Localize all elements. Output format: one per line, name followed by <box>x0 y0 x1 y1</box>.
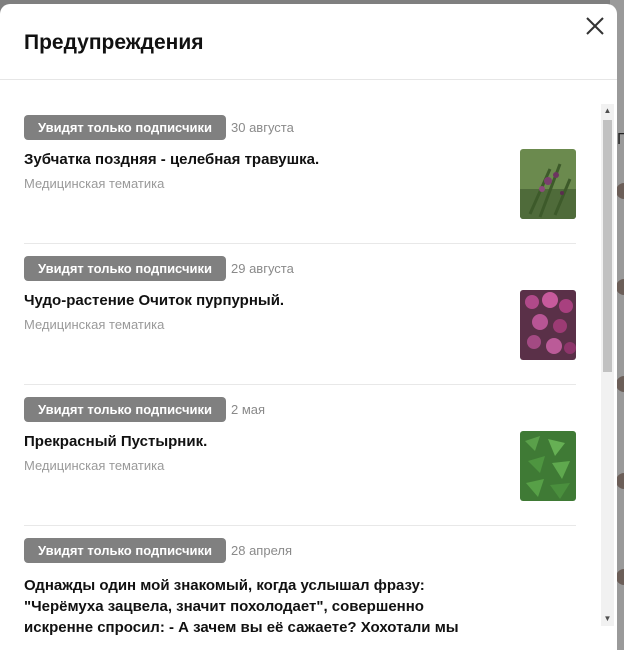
post-date: 30 августа <box>231 120 294 135</box>
posts-list: Увидят только подписчики 30 августа Зубча… <box>0 80 600 650</box>
list-item[interactable]: Увидят только подписчики 30 августа Зубча… <box>24 115 576 219</box>
post-title[interactable]: Прекрасный Пустырник. <box>24 431 484 452</box>
divider <box>24 384 576 385</box>
visibility-badge: Увидят только подписчики <box>24 256 226 281</box>
background-text: П <box>617 131 624 148</box>
divider <box>24 243 576 244</box>
arrow-down-icon[interactable]: ▼ <box>601 612 614 626</box>
post-date: 28 апреля <box>231 543 292 558</box>
scrollbar[interactable]: ▲ ▼ <box>601 104 614 626</box>
flower-image-icon <box>520 290 576 360</box>
visibility-badge: Увидят только подписчики <box>24 538 226 563</box>
post-title[interactable]: Однажды один мой знакомый, когда услышал… <box>24 575 484 638</box>
list-item[interactable]: Увидят только подписчики 28 апреля Однажд… <box>24 538 576 638</box>
divider <box>24 525 576 526</box>
post-category: Медицинская тематика <box>24 176 165 191</box>
post-thumbnail[interactable] <box>520 149 576 219</box>
leaf-image-icon <box>520 431 576 501</box>
close-button[interactable] <box>583 14 607 38</box>
modal-header: Предупреждения <box>0 4 617 80</box>
plant-image-icon <box>520 149 576 219</box>
scrollbar-thumb[interactable] <box>603 120 612 372</box>
close-icon <box>586 17 604 35</box>
post-title[interactable]: Зубчатка поздняя - целебная травушка. <box>24 149 484 170</box>
list-item[interactable]: Увидят только подписчики 29 августа Чудо-… <box>24 256 576 360</box>
list-item[interactable]: Увидят только подписчики 2 мая Прекрасный… <box>24 397 576 501</box>
post-date: 2 мая <box>231 402 266 417</box>
post-title[interactable]: Чудо-растение Очиток пурпурный. <box>24 290 484 311</box>
post-date: 29 августа <box>231 261 294 276</box>
visibility-badge: Увидят только подписчики <box>24 397 226 422</box>
post-category: Медицинская тематика <box>24 458 165 473</box>
modal-title: Предупреждения <box>24 31 204 54</box>
arrow-up-icon[interactable]: ▲ <box>601 104 614 118</box>
warnings-modal: Предупреждения Увидят только подписчики 3… <box>0 4 617 650</box>
post-thumbnail[interactable] <box>520 431 576 501</box>
post-category: Медицинская тематика <box>24 317 165 332</box>
visibility-badge: Увидят только подписчики <box>24 115 226 140</box>
post-thumbnail[interactable] <box>520 290 576 360</box>
